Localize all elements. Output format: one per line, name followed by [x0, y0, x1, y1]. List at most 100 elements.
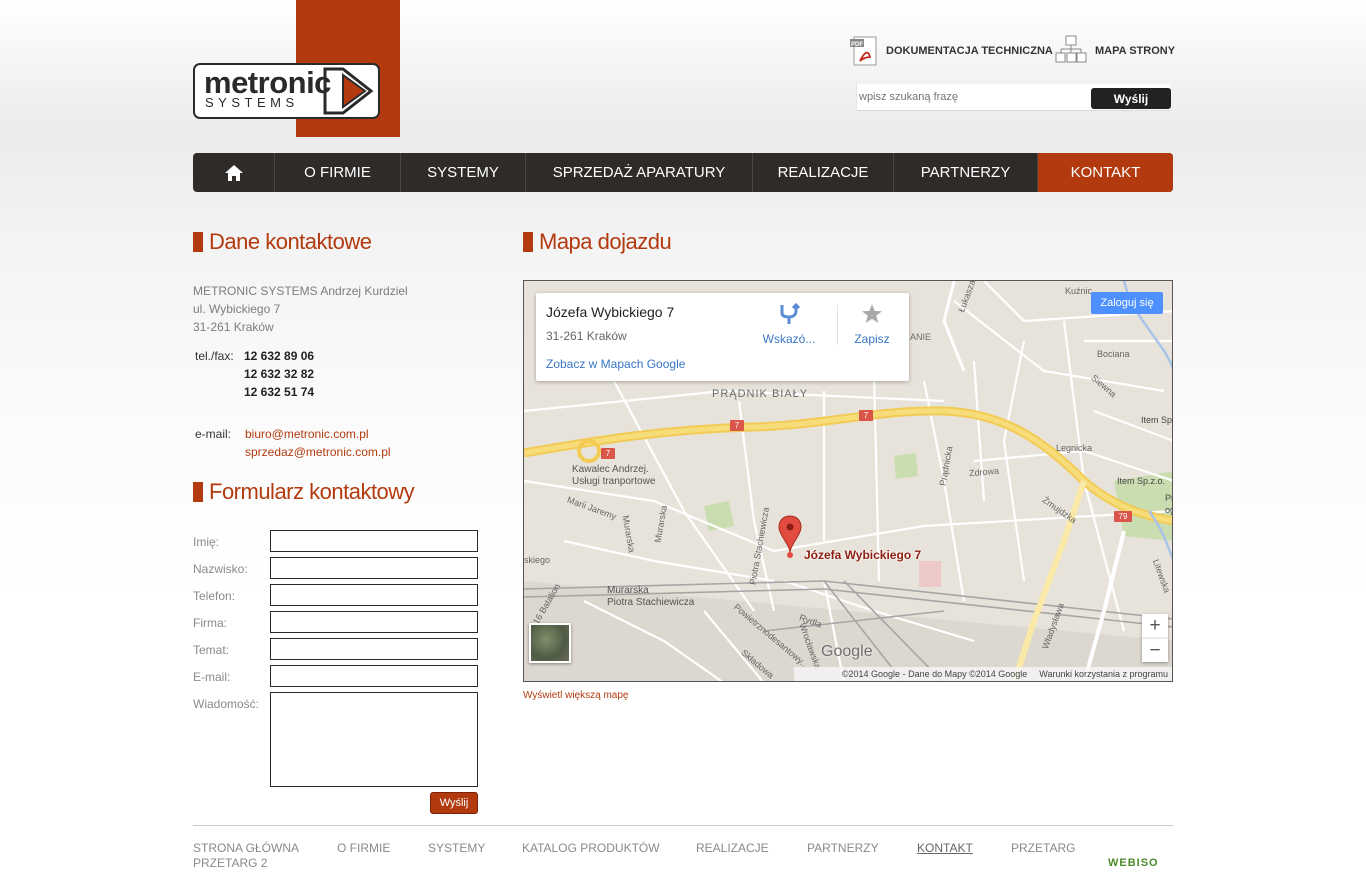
search-input[interactable] — [859, 91, 1084, 103]
card-divider — [837, 305, 838, 345]
footer-link-przetarg-2[interactable]: PRZETARG 2 — [193, 856, 267, 870]
bigger-map-link[interactable]: Wyświetl większą mapę — [523, 690, 629, 701]
star-icon — [862, 304, 882, 323]
road-shield: 7 — [601, 448, 615, 459]
zoom-in-button[interactable]: + — [1142, 614, 1168, 638]
footer-divider — [193, 825, 1173, 826]
webiso-badge[interactable]: WEBISO — [1108, 857, 1159, 869]
nav-sprzedaz-aparatury[interactable]: SPRZEDAŻ APARATURY — [526, 153, 753, 192]
footer-link-katalog[interactable]: KATALOG PRODUKTÓW — [522, 841, 660, 855]
contact-title: Dane kontaktowe — [209, 229, 372, 254]
logo[interactable]: metronic SYSTEMS — [193, 63, 380, 119]
search-box: Wyślij — [856, 84, 1171, 111]
home-icon — [224, 164, 243, 181]
satellite-view-toggle[interactable] — [529, 623, 571, 663]
sitemap-link-label: MAPA STRONY — [1095, 45, 1176, 57]
doc-link-label: DOKUMENTACJA TECHNICZNA — [886, 45, 1053, 57]
nav-systemy[interactable]: SYSTEMY — [401, 153, 526, 192]
road-shield: 79 — [1114, 511, 1132, 522]
footer-link-partnerzy[interactable]: PARTNERZY — [807, 841, 879, 855]
map-poi-label: Item Sp.z.o. — [1117, 476, 1166, 486]
map-street-label: skiego — [524, 555, 551, 565]
section-marker — [193, 232, 203, 252]
contact-section-title: Dane kontaktowe — [193, 229, 372, 255]
footer-link-systemy[interactable]: SYSTEMY — [428, 841, 485, 855]
nav-o-firmie[interactable]: O FIRMIE — [275, 153, 401, 192]
nazwisko-field[interactable] — [270, 557, 478, 579]
svg-text:PDF: PDF — [851, 42, 863, 48]
map-poi-label: Item Sp — [1141, 415, 1173, 425]
phone-list: 12 632 89 06 12 632 32 82 12 632 51 74 — [244, 347, 314, 401]
imie-field[interactable] — [270, 530, 478, 552]
email-link-sprzedaz[interactable]: sprzedaz@metronic.com.pl — [245, 443, 391, 461]
email-link-biuro[interactable]: biuro@metronic.com.pl — [245, 425, 391, 443]
save-label: Zapisz — [854, 332, 890, 346]
footer-link-kontakt[interactable]: KONTAKT — [917, 841, 973, 855]
nav-home[interactable] — [193, 153, 275, 192]
footer-link-strona-glowna[interactable]: STRONA GŁÓWNA — [193, 841, 299, 855]
map-street-label: Kuźnic — [1065, 286, 1093, 296]
map-poi-label: Murarska Piotra Stachiewicza — [607, 585, 694, 609]
map-info-card: Józefa Wybickiego 7 31-261 Kraków Zobacz… — [536, 293, 909, 381]
map-district-label: PRĄDNIK BIAŁY — [712, 388, 809, 400]
form-title: Formularz kontaktowy — [209, 479, 415, 504]
footer-link-o-firmie[interactable]: O FIRMIE — [337, 841, 390, 855]
search-button[interactable]: Wyślij — [1091, 88, 1171, 109]
google-logo: Google — [821, 643, 873, 660]
form-section-title: Formularz kontaktowy — [193, 479, 415, 505]
address-line: ul. Wybickiego 7 — [193, 302, 281, 316]
map-street-label: Bociana — [1097, 349, 1130, 359]
map-label-line: Usługi tranportowe — [572, 476, 656, 487]
temat-field[interactable] — [270, 638, 478, 660]
map-footer-bar: ©2014 Google - Dane do Mapy ©2014 Google… — [794, 667, 1172, 681]
map-marker-icon[interactable] — [778, 515, 802, 559]
email-field[interactable] — [270, 665, 478, 687]
directions-label: Wskazó... — [762, 332, 816, 346]
message-field[interactable] — [270, 692, 478, 787]
firma-field[interactable] — [270, 611, 478, 633]
sitemap-icon — [1055, 35, 1087, 63]
google-map[interactable]: PRĄDNIK BIAŁY ANIE Kawalec Andrzej. Usłu… — [523, 280, 1173, 682]
map-poi-label: Kawalec Andrzej. Usługi tranportowe — [572, 464, 655, 488]
map-section-title: Mapa dojazdu — [523, 229, 672, 255]
label-temat: Temat: — [193, 643, 230, 657]
map-label-line: Piotra Stachiewicza — [607, 597, 695, 608]
nav-kontakt[interactable]: KONTAKT — [1038, 153, 1173, 192]
map-title: Mapa dojazdu — [539, 229, 672, 254]
sitemap-link[interactable]: MAPA STRONY — [1055, 34, 1175, 68]
phone-number: 12 632 89 06 — [244, 349, 315, 363]
footer-link-przetarg[interactable]: PRZETARG — [1011, 841, 1075, 855]
road-shield: 7 — [730, 420, 744, 431]
zoom-out-button[interactable]: − — [1142, 638, 1168, 662]
map-terms-link[interactable]: Warunki korzystania z programu — [1039, 667, 1168, 681]
main-nav: O FIRMIE SYSTEMY SPRZEDAŻ APARATURY REAL… — [193, 153, 1173, 192]
label-telefon: Telefon: — [193, 589, 236, 603]
map-poi-label: ogro — [1165, 505, 1172, 515]
nav-realizacje[interactable]: REALIZACJE — [753, 153, 894, 192]
telefon-field[interactable] — [270, 584, 478, 606]
contact-address: METRONIC SYSTEMS Andrzej Kurdziel ul. Wy… — [193, 282, 408, 336]
directions-button[interactable]: Wskazó... — [759, 302, 819, 346]
form-submit-button[interactable]: Wyślij — [430, 792, 478, 814]
phone-number: 12 632 32 82 — [244, 367, 315, 381]
logo-sub: SYSTEMS — [205, 95, 299, 110]
login-button[interactable]: Zaloguj się — [1091, 292, 1163, 314]
doc-link[interactable]: PDF DOKUMENTACJA TECHNICZNA — [850, 34, 1053, 68]
address-line: METRONIC SYSTEMS Andrzej Kurdziel — [193, 284, 408, 298]
label-email: E-mail: — [193, 670, 231, 684]
section-marker — [193, 482, 203, 502]
nav-partnerzy[interactable]: PARTNERZY — [894, 153, 1038, 192]
map-district-label: ANIE — [910, 332, 932, 342]
label-wiadomosc: Wiadomość: — [193, 697, 260, 711]
label-nazwisko: Nazwisko: — [193, 562, 248, 576]
view-in-google-maps-link[interactable]: Zobacz w Mapach Google — [546, 357, 685, 371]
email-list: biuro@metronic.com.pl sprzedaz@metronic.… — [245, 425, 391, 461]
footer-link-realizacje[interactable]: REALIZACJE — [696, 841, 769, 855]
tel-label: tel./fax: — [195, 349, 234, 363]
map-label-line: Kawalec Andrzej. — [572, 464, 649, 475]
label-imie: Imię: — [193, 535, 220, 549]
map-street-label: Legnicka — [1056, 443, 1093, 453]
place-city: 31-261 Kraków — [546, 329, 627, 343]
section-marker — [523, 232, 533, 252]
save-button[interactable]: Zapisz — [842, 303, 902, 346]
